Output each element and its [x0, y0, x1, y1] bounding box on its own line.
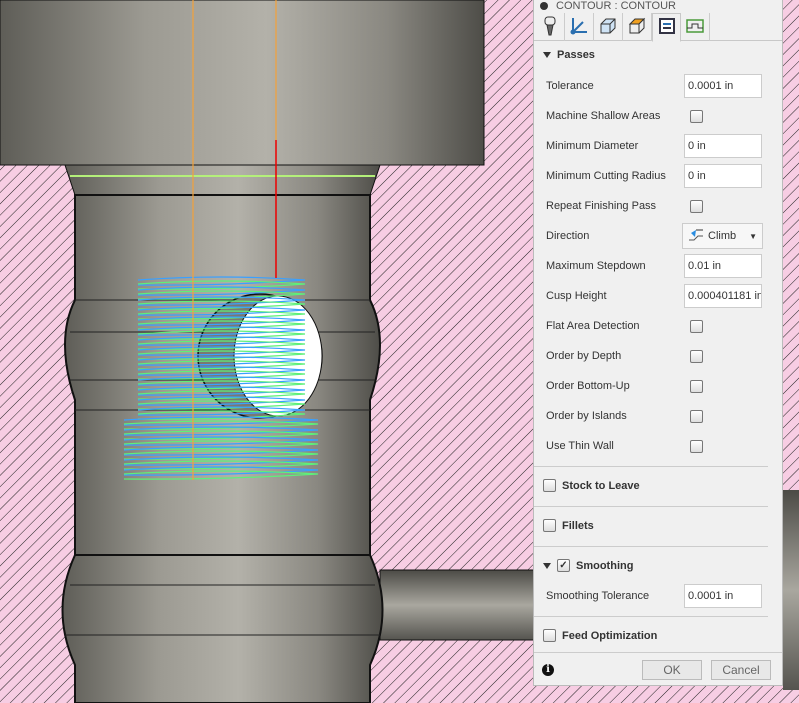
order-bottom-up-row: Order Bottom-Up — [546, 374, 782, 398]
feed-optimization-label: Feed Optimization — [562, 629, 658, 642]
min-cutting-radius-label: Minimum Cutting Radius — [546, 170, 666, 182]
order-depth-label: Order by Depth — [546, 350, 622, 362]
stock-icon — [627, 16, 647, 39]
smoothing-header[interactable]: ✓ Smoothing — [543, 559, 633, 572]
feed-optimization-header[interactable]: Feed Optimization — [543, 629, 657, 642]
passes-header[interactable]: Passes — [543, 49, 595, 61]
min-cutting-radius-input[interactable]: 0 in — [684, 164, 762, 188]
order-depth-checkbox[interactable] — [690, 349, 703, 363]
heights-icon — [598, 16, 618, 39]
smoothing-tolerance-row: Smoothing Tolerance 0.0001 in — [546, 584, 782, 608]
divider — [534, 616, 768, 617]
info-icon[interactable]: i — [542, 664, 554, 676]
order-bottom-up-label: Order Bottom-Up — [546, 380, 630, 392]
min-diameter-label: Minimum Diameter — [546, 140, 639, 152]
collapse-triangle-icon — [543, 52, 551, 58]
direction-value: Climb — [708, 230, 737, 242]
passes-icon — [658, 17, 676, 38]
direction-label: Direction — [546, 230, 590, 242]
stock-to-leave-checkbox[interactable] — [543, 479, 556, 492]
smoothing-checkbox[interactable]: ✓ — [557, 559, 570, 572]
fillets-header[interactable]: Fillets — [543, 519, 594, 532]
tab-tool[interactable] — [536, 13, 565, 41]
machine-shallow-row: Machine Shallow Areas — [546, 104, 782, 128]
tab-stock[interactable] — [623, 13, 652, 41]
thin-wall-row: Use Thin Wall — [546, 434, 782, 458]
min-diameter-row: Minimum Diameter 0 in — [546, 134, 782, 158]
tab-geometry[interactable] — [565, 13, 594, 41]
divider — [534, 466, 768, 467]
min-cutting-radius-row: Minimum Cutting Radius 0 in — [546, 164, 782, 188]
geometry-icon — [569, 16, 589, 39]
cusp-height-label: Cusp Height — [546, 290, 607, 302]
cancel-button[interactable]: Cancel — [711, 660, 771, 680]
passes-label: Passes — [557, 49, 595, 61]
divider — [534, 652, 782, 653]
max-stepdown-label: Maximum Stepdown — [546, 260, 646, 272]
smoothing-label: Smoothing — [576, 559, 634, 572]
divider — [534, 546, 768, 547]
direction-select[interactable]: Climb ▼ — [682, 223, 763, 249]
tolerance-input[interactable]: 0.0001 in — [684, 74, 762, 98]
repeat-finishing-label: Repeat Finishing Pass — [546, 200, 657, 212]
divider — [534, 506, 768, 507]
tab-bar — [534, 13, 782, 42]
smoothing-tolerance-input[interactable]: 0.0001 in — [684, 584, 762, 608]
tolerance-label: Tolerance — [546, 80, 594, 92]
dropdown-arrow-icon: ▼ — [749, 231, 757, 241]
thin-wall-label: Use Thin Wall — [546, 440, 614, 452]
tab-linking[interactable] — [681, 13, 710, 41]
flat-area-checkbox[interactable] — [690, 319, 703, 333]
fillets-checkbox[interactable] — [543, 519, 556, 532]
machine-shallow-label: Machine Shallow Areas — [546, 110, 661, 122]
repeat-finishing-row: Repeat Finishing Pass — [546, 194, 782, 218]
tab-heights[interactable] — [594, 13, 623, 41]
title-text: CONTOUR : CONTOUR — [556, 0, 676, 12]
flat-area-label: Flat Area Detection — [546, 320, 640, 332]
machine-shallow-checkbox[interactable] — [690, 109, 703, 123]
climb-icon — [688, 228, 704, 245]
collapse-triangle-icon — [543, 562, 551, 569]
linking-icon — [685, 17, 705, 38]
direction-row: Direction Climb ▼ — [546, 223, 782, 249]
tab-passes[interactable] — [652, 13, 681, 42]
order-islands-label: Order by Islands — [546, 410, 627, 422]
smoothing-tolerance-label: Smoothing Tolerance — [546, 590, 650, 602]
stock-to-leave-header[interactable]: Stock to Leave — [543, 479, 640, 492]
max-stepdown-input[interactable]: 0.01 in — [684, 254, 762, 278]
order-depth-row: Order by Depth — [546, 344, 782, 368]
order-islands-checkbox[interactable] — [690, 409, 703, 423]
flat-area-row: Flat Area Detection — [546, 314, 782, 338]
repeat-finishing-checkbox[interactable] — [690, 199, 703, 213]
thin-wall-checkbox[interactable] — [690, 439, 703, 453]
max-stepdown-row: Maximum Stepdown 0.01 in — [546, 254, 782, 278]
tolerance-row: Tolerance 0.0001 in — [546, 74, 782, 98]
feed-optimization-checkbox[interactable] — [543, 629, 556, 642]
contour-dialog: CONTOUR : CONTOUR Passes Tolerance 0.0001… — [533, 0, 783, 686]
cusp-height-input[interactable]: 0.000401181 in — [684, 284, 762, 308]
fillets-label: Fillets — [562, 519, 594, 532]
order-islands-row: Order by Islands — [546, 404, 782, 428]
stock-to-leave-label: Stock to Leave — [562, 479, 640, 492]
cusp-height-row: Cusp Height 0.000401181 in — [546, 284, 782, 308]
status-dot-icon — [540, 2, 548, 10]
dialog-title: CONTOUR : CONTOUR — [534, 0, 782, 13]
ok-button[interactable]: OK — [642, 660, 702, 680]
min-diameter-input[interactable]: 0 in — [684, 134, 762, 158]
tool-icon — [542, 16, 558, 39]
order-bottom-up-checkbox[interactable] — [690, 379, 703, 393]
